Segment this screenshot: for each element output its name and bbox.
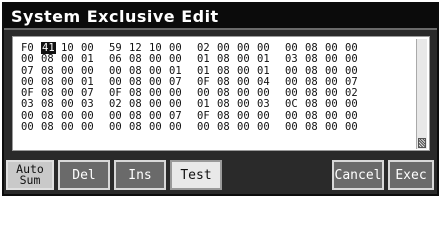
sysex-edit-window: System Exclusive Edit F0 41 10 00 59 12 10 00 02…	[2, 2, 439, 196]
hex-byte-cell[interactable]: 00	[109, 121, 129, 133]
auto-sum-button[interactable]: Auto Sum	[6, 160, 54, 190]
hex-byte-cell[interactable]: 00	[285, 121, 305, 133]
hex-byte-cell[interactable]: 08	[217, 121, 237, 133]
hex-grid[interactable]: F0 41 10 00 59 12 10 00 02 00 00 00 00 08 00 00 00 08 00 01…	[21, 42, 365, 133]
delete-button-label: Del	[72, 167, 96, 183]
test-button[interactable]: Test	[170, 160, 222, 190]
hex-byte-cell[interactable]: 00	[21, 121, 41, 133]
cancel-button-label: Cancel	[334, 167, 382, 183]
hex-byte-cell[interactable]: 00	[345, 121, 365, 133]
insert-button-label: Ins	[128, 167, 152, 183]
hex-byte-cell[interactable]: 00	[61, 121, 81, 133]
hex-byte-cell[interactable]: 00	[149, 121, 169, 133]
delete-button[interactable]: Del	[58, 160, 110, 190]
hex-editor-panel[interactable]: F0 41 10 00 59 12 10 00 02 00 00 00 00 08 00 00 00 08 00 01…	[12, 36, 430, 151]
hex-byte-cell[interactable]: 00	[237, 121, 257, 133]
cancel-button[interactable]: Cancel	[332, 160, 384, 190]
test-button-label: Test	[180, 167, 212, 183]
exec-button[interactable]: Exec	[388, 160, 434, 190]
scroll-thumb[interactable]	[418, 138, 426, 148]
hex-byte-cell[interactable]: 08	[41, 121, 61, 133]
hex-byte-cell[interactable]: 00	[257, 121, 277, 133]
hex-byte-cell[interactable]: 00	[169, 121, 189, 133]
hex-byte-cell[interactable]: 08	[305, 121, 325, 133]
hex-row: 00 08 00 00 00 08 00 00 00 08 00 00 00 08 00 00	[21, 121, 365, 133]
window-title: System Exclusive Edit	[11, 7, 219, 26]
exec-button-label: Exec	[395, 167, 427, 183]
insert-button[interactable]: Ins	[114, 160, 166, 190]
vertical-scrollbar[interactable]	[416, 39, 427, 149]
hex-byte-cell[interactable]: 08	[129, 121, 149, 133]
hex-byte-cell[interactable]: 00	[197, 121, 217, 133]
button-bar: Auto Sum Del Ins Test Cancel Exec	[4, 156, 437, 194]
hex-byte-cell[interactable]: 00	[81, 121, 101, 133]
hex-byte-cell[interactable]: 00	[325, 121, 345, 133]
auto-sum-label-line2: Sum	[19, 173, 41, 187]
title-bar: System Exclusive Edit	[4, 4, 437, 30]
